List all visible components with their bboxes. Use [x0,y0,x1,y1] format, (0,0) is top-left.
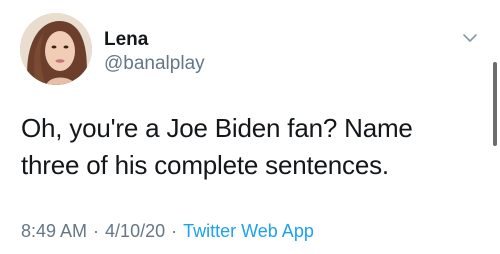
scrollbar[interactable] [493,62,497,146]
tweet-text-line: three of his complete sentences. [21,150,389,180]
tweet-text-line: Oh, you're a Joe Biden fan? Name [21,113,413,143]
user-display-name[interactable]: Lena [104,29,148,51]
tweet-source-link[interactable]: Twitter Web App [183,221,314,241]
tweet-text: Oh, you're a Joe Biden fan? Name three o… [21,110,461,184]
avatar-image [20,13,92,85]
meta-separator: · [171,221,178,241]
avatar[interactable] [20,13,92,85]
meta-separator: · [93,221,100,241]
tweet-time[interactable]: 8:49 AM [21,221,87,241]
tweet-meta: 8:49 AM · 4/10/20 · Twitter Web App [21,220,314,242]
user-handle[interactable]: @banalplay [104,53,205,75]
chevron-down-icon[interactable] [458,28,482,48]
tweet-card: Lena @banalplay Oh, you're a Joe Biden f… [0,0,500,254]
tweet-date[interactable]: 4/10/20 [105,221,165,241]
